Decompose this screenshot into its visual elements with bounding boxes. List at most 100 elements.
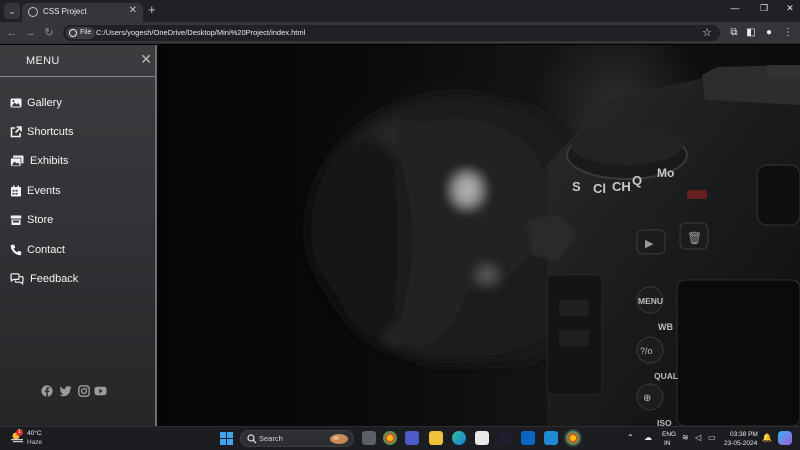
- restore-icon[interactable]: ❐: [757, 3, 771, 14]
- store-icon: [10, 215, 22, 225]
- svg-text:?/o: ?/o: [640, 346, 653, 356]
- nav-label-store: Store: [27, 214, 54, 226]
- hero-image: S Cl CH Q Mo ▶ 🗑 MENU WB ?/o QUAL ⊕ ISO: [157, 45, 800, 426]
- copilot-icon[interactable]: [778, 431, 792, 445]
- globe-icon: [28, 7, 38, 17]
- nav-item-gallery[interactable]: Gallery: [10, 95, 150, 113]
- onedrive-icon[interactable]: ☁: [644, 433, 652, 442]
- battery-icon[interactable]: ▭: [708, 433, 716, 442]
- windows-taskbar: 1 40°C Haze Search ⌃ ☁ ENG IN ≋ ◁ ▭ 03:3…: [0, 426, 800, 450]
- weather-temp: 40°C: [27, 430, 42, 437]
- more-menu-icon[interactable]: ⋮: [781, 26, 795, 40]
- web-page: S Cl CH Q Mo ▶ 🗑 MENU WB ?/o QUAL ⊕ ISO …: [0, 45, 800, 426]
- side-panel-icon[interactable]: ◧: [744, 26, 758, 40]
- forward-arrow-icon[interactable]: →: [23, 25, 37, 41]
- nav-label-feedback: Feedback: [30, 273, 79, 285]
- nav-label-exhibits: Exhibits: [30, 155, 69, 167]
- weather-condition: Haze: [27, 439, 43, 446]
- camera-photo: S Cl CH Q Mo ▶ 🗑 MENU WB ?/o QUAL ⊕ ISO: [307, 65, 800, 426]
- linkedin-app-icon[interactable]: [521, 431, 535, 445]
- nav-item-store[interactable]: Store: [10, 212, 150, 230]
- svg-text:CH: CH: [612, 179, 631, 194]
- language-label[interactable]: ENG: [662, 431, 676, 438]
- search-label: Search: [259, 434, 283, 443]
- site-info-chip[interactable]: File: [66, 27, 96, 39]
- nav-item-contact[interactable]: Contact: [10, 242, 150, 260]
- chrome-active-app-icon[interactable]: [566, 431, 580, 445]
- extensions-icon[interactable]: ⧉: [727, 26, 741, 40]
- camera-body: S Cl CH Q Mo ▶ 🗑 MENU WB ?/o QUAL ⊕ ISO: [527, 65, 800, 426]
- teams-app-icon[interactable]: [405, 431, 419, 445]
- address-bar[interactable]: File C:/Users/yogesh/OneDrive/Desktop/Mi…: [63, 25, 720, 41]
- camera-label-qual: QUAL: [654, 371, 678, 381]
- svg-text:▶: ▶: [645, 238, 654, 250]
- weather-badge: 1: [16, 429, 23, 436]
- nav-label-shortcuts: Shortcuts: [27, 126, 74, 138]
- side-menu: MENU ✕ Gallery Shortcuts Exhibits Events: [0, 45, 157, 426]
- profile-icon[interactable]: ●: [762, 26, 776, 40]
- facebook-icon[interactable]: [41, 385, 53, 397]
- camera-label-wb: WB: [658, 322, 673, 332]
- chevron-down-icon[interactable]: ⌄: [4, 3, 20, 19]
- images-icon: [10, 155, 24, 167]
- menu-title: MENU: [26, 55, 60, 67]
- bookmark-star-icon[interactable]: ☆: [702, 26, 712, 40]
- external-link-icon: [10, 126, 22, 138]
- clock-time[interactable]: 03:38 PM: [730, 431, 758, 438]
- window-close-icon[interactable]: ✕: [783, 3, 797, 14]
- screen: ⌄ CSS Project ✕ + — ❐ ✕ ← → ↻ File C:/Us…: [0, 0, 800, 450]
- vscode-app-icon[interactable]: [544, 431, 558, 445]
- region-label[interactable]: IN: [664, 440, 671, 447]
- twitter-icon[interactable]: [59, 385, 72, 397]
- svg-text:⊕: ⊕: [643, 393, 651, 404]
- camera-label-iso: ISO: [657, 418, 672, 426]
- menu-header: MENU ✕: [0, 45, 155, 77]
- nav-label-contact: Contact: [27, 244, 65, 256]
- comments-icon: [10, 273, 24, 285]
- svg-text:Mo: Mo: [657, 166, 674, 180]
- tab-close-icon[interactable]: ✕: [129, 5, 137, 16]
- chrome-app-icon[interactable]: [383, 431, 397, 445]
- youtube-icon[interactable]: [94, 385, 107, 397]
- store-app-icon[interactable]: [475, 431, 489, 445]
- nav-label-gallery: Gallery: [27, 97, 62, 109]
- back-arrow-icon[interactable]: ←: [5, 25, 19, 41]
- nav-label-events: Events: [27, 185, 61, 197]
- notification-bell-icon[interactable]: 🔔: [762, 433, 772, 442]
- windows-start-icon[interactable]: [220, 432, 233, 445]
- nav-item-events[interactable]: Events: [10, 183, 150, 201]
- volume-icon[interactable]: ◁: [695, 433, 701, 442]
- edge-app-icon[interactable]: [452, 431, 466, 445]
- app-icon-a[interactable]: [498, 431, 512, 445]
- svg-text:S: S: [572, 179, 581, 194]
- reload-icon[interactable]: ↻: [42, 25, 56, 41]
- new-tab-button[interactable]: +: [148, 2, 156, 18]
- search-highlight-icon: [330, 434, 348, 444]
- tray-chevron-up-icon[interactable]: ⌃: [627, 433, 634, 442]
- tab-title: CSS Project: [43, 7, 87, 16]
- svg-text:🗑: 🗑: [687, 231, 702, 245]
- calendar-icon: [11, 185, 21, 197]
- url-text[interactable]: C:/Users/yogesh/OneDrive/Desktop/Mini%20…: [96, 27, 305, 39]
- nav-item-shortcuts[interactable]: Shortcuts: [10, 124, 150, 142]
- nav-item-feedback[interactable]: Feedback: [10, 271, 150, 289]
- browser-tab[interactable]: CSS Project ✕: [22, 3, 143, 22]
- search-icon: [247, 434, 257, 444]
- phone-icon: [10, 244, 22, 256]
- clock-date[interactable]: 23-05-2024: [724, 440, 757, 447]
- info-icon: [69, 29, 77, 37]
- site-info-label: File: [80, 29, 92, 36]
- instagram-icon[interactable]: [78, 385, 90, 397]
- svg-text:Q: Q: [632, 173, 642, 188]
- task-view-icon[interactable]: [362, 431, 376, 445]
- svg-text:Cl: Cl: [593, 181, 606, 196]
- close-icon[interactable]: ✕: [140, 52, 152, 66]
- nav-item-exhibits[interactable]: Exhibits: [10, 153, 150, 171]
- image-icon: [10, 98, 22, 108]
- taskbar-search[interactable]: Search: [240, 430, 354, 447]
- minimize-icon[interactable]: —: [728, 3, 742, 13]
- file-explorer-icon[interactable]: [429, 431, 443, 445]
- browser-tab-strip: ⌄ CSS Project ✕ + — ❐ ✕: [0, 0, 800, 22]
- browser-toolbar: ← → ↻ File C:/Users/yogesh/OneDrive/Desk…: [0, 22, 800, 44]
- wifi-icon[interactable]: ≋: [682, 433, 689, 442]
